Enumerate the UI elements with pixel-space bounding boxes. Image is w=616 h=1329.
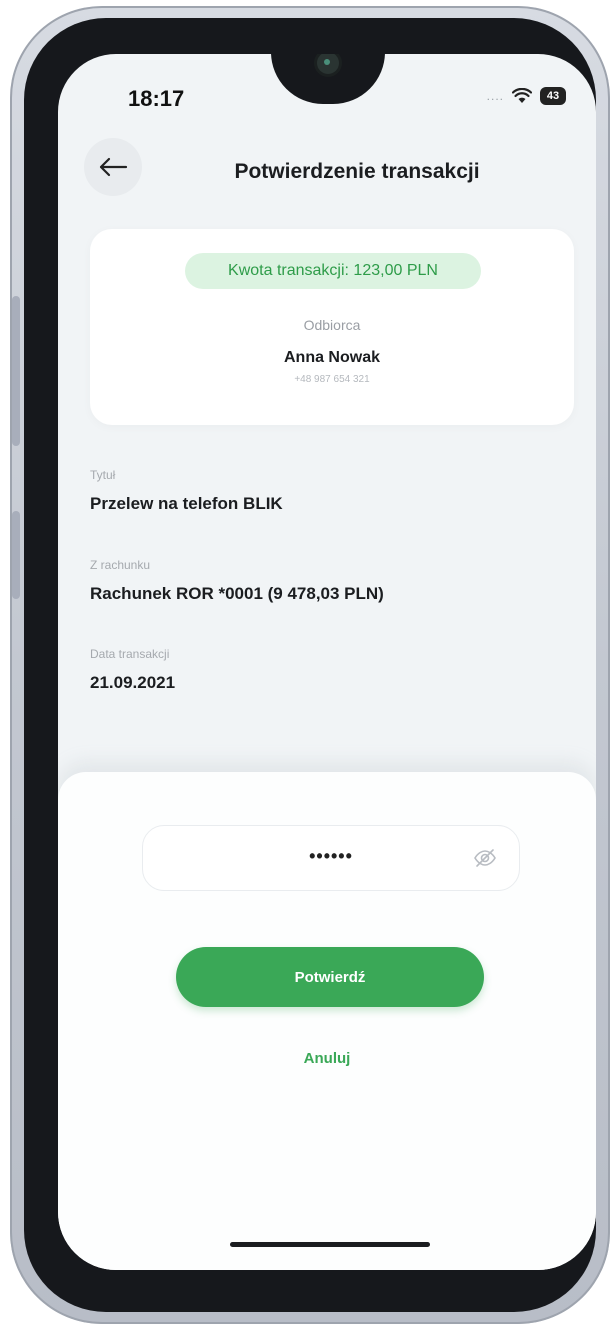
page-title: Potwierdzenie transakcji — [234, 160, 480, 183]
status-indicators: .... 43 — [487, 87, 566, 105]
signal-dots: .... — [486, 89, 504, 103]
phone-frame: 18:17 .... 43 Potwierdzenie transakcji K… — [10, 6, 610, 1324]
recipient-name: Anna Nowak — [283, 349, 380, 366]
recipient-phone: +48 987 654 321 — [294, 374, 370, 385]
confirm-button[interactable]: Potwierdź — [176, 947, 484, 1007]
cancel-button[interactable]: Anuluj — [58, 1050, 596, 1067]
title-value: Przelew na telefon BLIK — [90, 494, 283, 513]
title-label: Tytuł — [90, 468, 116, 482]
pin-value: •••••• — [309, 846, 353, 866]
transaction-date-label: Data transakcji — [90, 647, 170, 661]
status-time: 18:17 — [128, 86, 185, 111]
amount-badge: Kwota transakcji: 123,00 PLN — [185, 253, 481, 289]
transaction-summary-card: Kwota transakcji: 123,00 PLN Odbiorca An… — [90, 229, 574, 425]
source-account-label: Z rachunku — [90, 558, 151, 572]
source-account-value: Rachunek ROR *0001 (9 478,03 PLN) — [90, 584, 384, 603]
wifi-icon — [512, 88, 532, 103]
pin-input[interactable]: •••••• — [142, 825, 520, 891]
recipient-label: Odbiorca — [303, 317, 361, 333]
back-button[interactable] — [84, 138, 142, 196]
power-button — [12, 511, 20, 599]
battery-icon: 43 — [540, 87, 566, 105]
app-screen: 18:17 .... 43 Potwierdzenie transakcji K… — [58, 54, 596, 1270]
eye-off-icon[interactable] — [473, 846, 497, 870]
arrow-left-icon — [99, 157, 128, 177]
volume-button — [12, 296, 20, 446]
home-indicator[interactable] — [230, 1242, 430, 1247]
transaction-date-value: 21.09.2021 — [90, 673, 176, 692]
